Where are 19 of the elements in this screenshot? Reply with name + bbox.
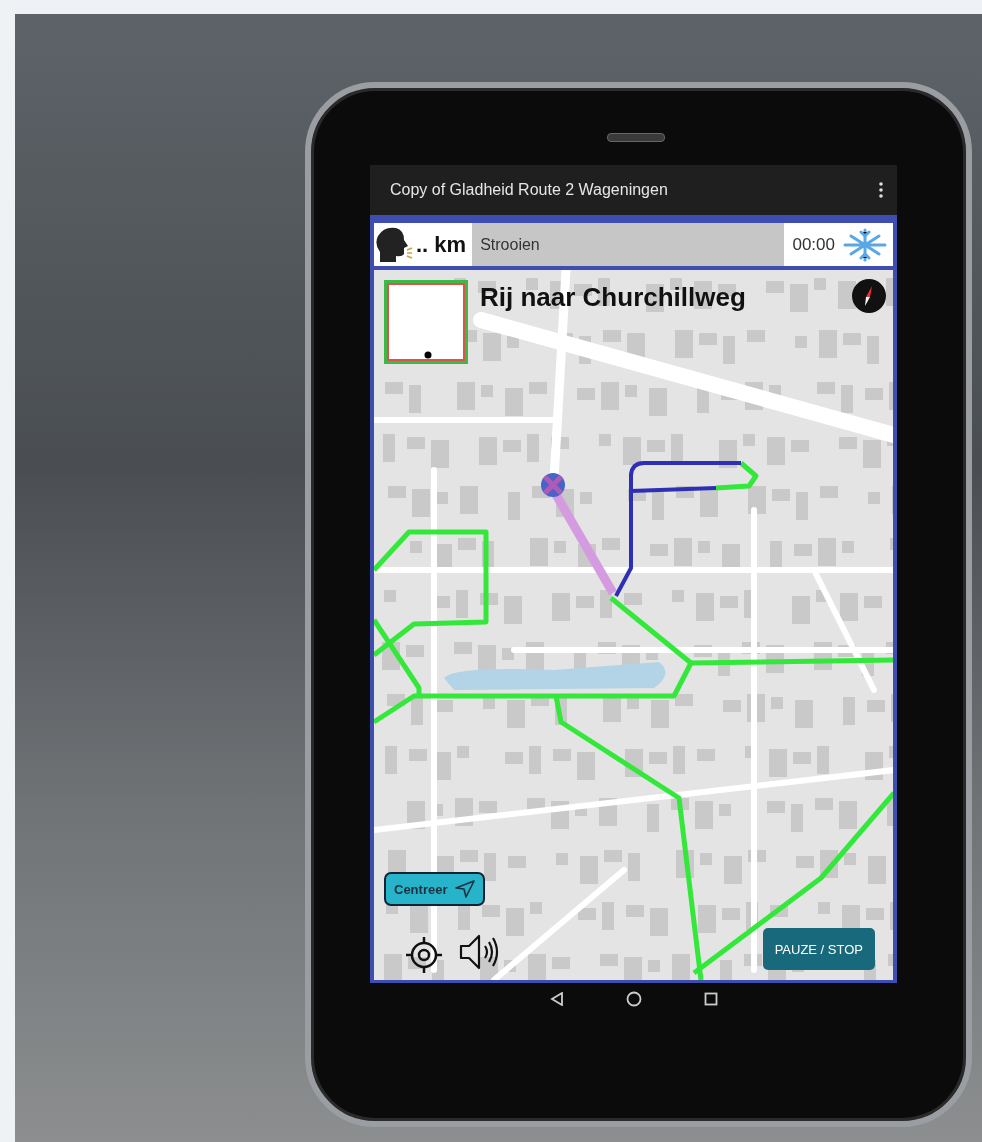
pause-stop-button[interactable]: PAUZE / STOP [762,928,875,970]
navigation-arrow-icon [455,880,476,898]
instruction-text: Rij naar Churchillweg [480,282,746,313]
back-icon[interactable] [549,992,564,1006]
center-button[interactable]: Centreer [384,872,486,906]
recents-icon[interactable] [703,992,718,1006]
target-icon[interactable] [404,935,444,975]
timer-label: 00:00 [791,234,836,255]
map-drawing[interactable] [374,270,893,980]
distance-label: .. km [415,231,468,258]
position-dot-icon [424,351,432,359]
snowflake-icon[interactable] [841,226,889,263]
speaking-head-icon[interactable] [374,225,414,264]
menu-icon[interactable] [879,182,883,198]
app-title: Copy of Gladheid Route 2 Wageningen [390,181,668,199]
home-icon[interactable] [625,991,642,1007]
speaker-grille [607,133,665,142]
task-field: Strooien [472,223,785,266]
compass-icon[interactable] [851,278,887,314]
